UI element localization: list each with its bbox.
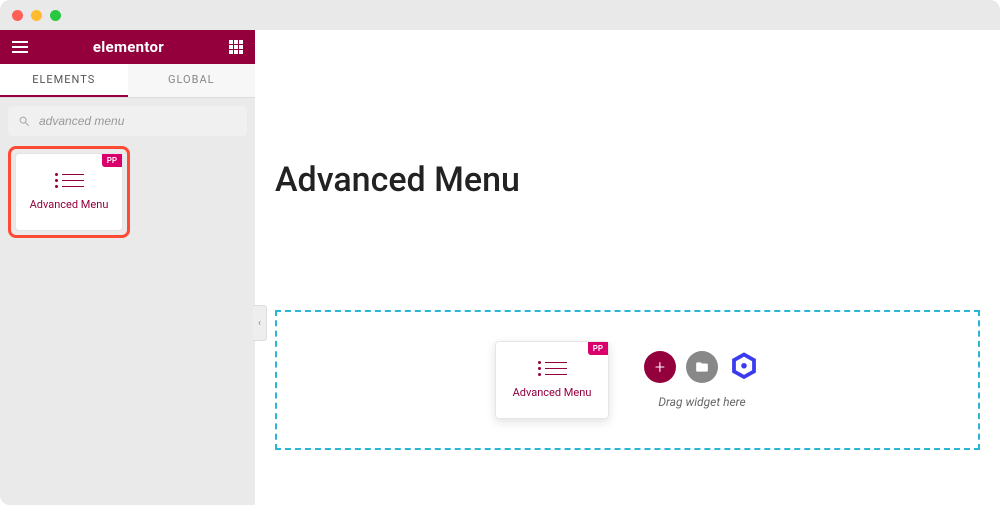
search-field[interactable] (8, 106, 247, 136)
app-window: elementor ELEMENTS GLOBAL PP (0, 0, 1000, 505)
widget-highlight: PP Advanced Menu (8, 146, 130, 238)
apps-grid-icon[interactable] (229, 40, 243, 54)
menu-lines-icon (538, 361, 567, 376)
template-library-button[interactable] (686, 351, 718, 383)
folder-icon (695, 360, 709, 374)
dragging-widget[interactable]: PP Advanced Menu (495, 341, 609, 419)
sidebar-tabs: ELEMENTS GLOBAL (0, 64, 255, 98)
tab-global[interactable]: GLOBAL (128, 64, 256, 97)
collapse-sidebar-button[interactable]: ‹ (253, 305, 267, 341)
search-icon (18, 115, 31, 128)
dropzone[interactable]: PP Advanced Menu + (275, 310, 980, 450)
hexagon-icon (729, 352, 759, 382)
dragging-widget-badge: PP (588, 342, 608, 355)
window-close-icon[interactable] (12, 10, 23, 21)
titlebar (0, 0, 1000, 30)
widget-list: PP Advanced Menu (0, 144, 255, 240)
dragging-widget-label: Advanced Menu (513, 386, 592, 399)
editor-canvas: Advanced Menu PP Advanced Menu + (255, 30, 1000, 505)
powerpack-button[interactable] (728, 351, 760, 383)
search-container (0, 98, 255, 144)
menu-icon[interactable] (12, 41, 28, 53)
drop-hint: Drag widget here (658, 395, 745, 409)
widget-advanced-menu[interactable]: PP Advanced Menu (15, 153, 123, 231)
search-input[interactable] (39, 114, 237, 128)
window-minimize-icon[interactable] (31, 10, 42, 21)
widget-badge: PP (102, 154, 122, 167)
widget-label: Advanced Menu (30, 198, 109, 211)
add-section-button[interactable]: + (644, 351, 676, 383)
sidebar: elementor ELEMENTS GLOBAL PP (0, 30, 255, 505)
window-maximize-icon[interactable] (50, 10, 61, 21)
page-title: Advanced Menu (275, 160, 980, 200)
app-content: elementor ELEMENTS GLOBAL PP (0, 30, 1000, 505)
tab-elements[interactable]: ELEMENTS (0, 64, 128, 97)
drop-circles: + (644, 351, 760, 383)
brand-label: elementor (93, 38, 164, 56)
drop-actions: + Drag widget here (644, 351, 760, 409)
menu-lines-icon (55, 173, 84, 188)
sidebar-header: elementor (0, 30, 255, 64)
